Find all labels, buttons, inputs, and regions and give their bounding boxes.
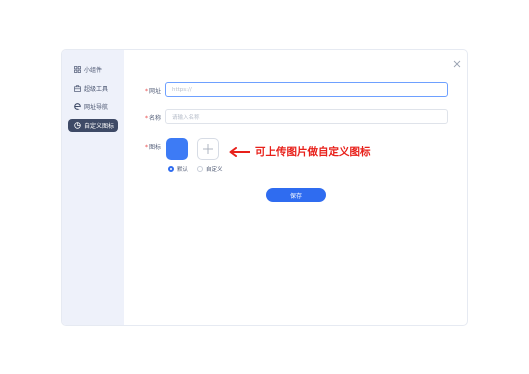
sidebar-item-label: 网址导航 [84,104,109,111]
add-shortcut-dialog: 小组件 超级工具 网址导航 自定义图标 *网址 https:// *名称 请输入… [61,49,468,326]
icon-label: *图标 [145,144,162,151]
name-input[interactable]: 请输入名称 [165,109,448,124]
annotation-text: 可上传图片做自定义图标 [255,146,371,158]
sidebar-item-url-nav[interactable]: 网址导航 [68,100,118,113]
required-mark: * [145,144,148,151]
browser-e-icon [74,103,81,110]
sidebar-item-label: 自定义图标 [84,123,115,130]
sidebar-item-custom-icon[interactable]: 自定义图标 [68,119,118,132]
sidebar-item-label: 超级工具 [84,86,109,93]
radio-custom-label: 自定义 [206,167,223,173]
url-input[interactable]: https:// [165,82,448,97]
required-mark: * [145,88,148,95]
sidebar-item-label: 小组件 [84,67,103,74]
arrow-left-icon [229,146,250,157]
save-button[interactable]: 保存 [266,188,326,202]
radio-default-circle[interactable] [168,166,174,172]
name-input-placeholder: 请输入名称 [172,114,200,121]
url-input-value: https:// [172,86,192,93]
radio-custom[interactable]: 自定义 [197,165,223,173]
url-label: *网址 [145,88,162,95]
sidebar-item-super-tools[interactable]: 超级工具 [68,82,118,95]
plus-icon [203,144,213,154]
default-icon-swatch[interactable] [166,138,188,160]
radio-custom-circle[interactable] [197,166,203,172]
required-mark: * [145,115,148,122]
sidebar-item-widgets[interactable]: 小组件 [68,63,118,76]
grid-icon [74,66,81,73]
custom-icon [74,122,81,129]
sidebar: 小组件 超级工具 网址导航 自定义图标 [62,50,124,325]
close-icon[interactable] [452,54,462,68]
annotation: 可上传图片做自定义图标 [229,144,371,159]
name-label: *名称 [145,115,162,122]
radio-default-label: 默认 [177,167,189,173]
radio-default[interactable]: 默认 [168,165,188,173]
toolbox-icon [74,85,81,92]
upload-icon-button[interactable] [197,138,219,160]
